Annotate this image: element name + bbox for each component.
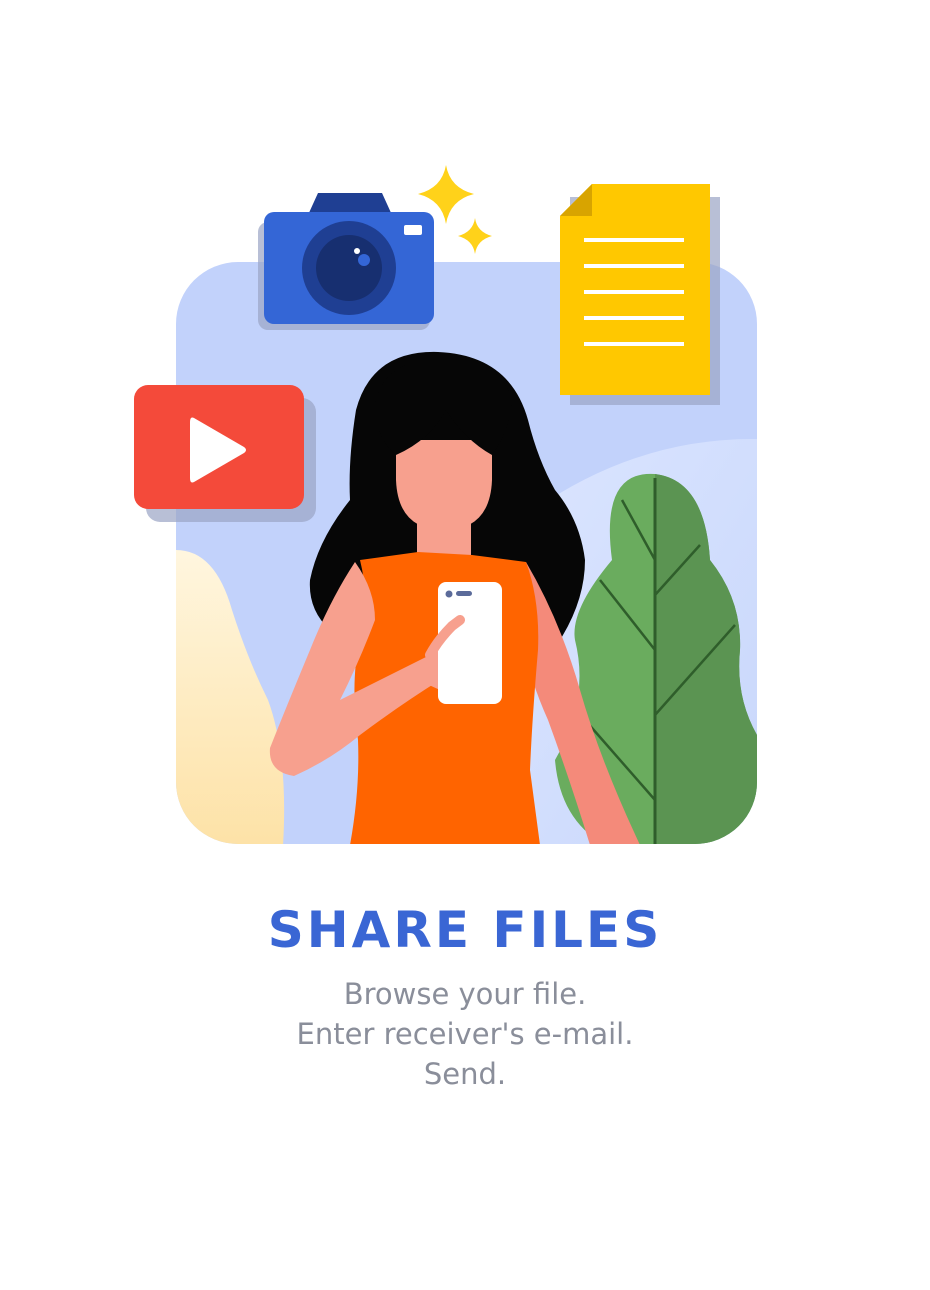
document-icon — [560, 184, 720, 405]
description-line-enter-email: Enter receiver's e-mail. — [296, 1017, 634, 1051]
share-files-illustration — [134, 165, 757, 844]
description-line-send: Send. — [423, 1057, 507, 1091]
description-line-browse: Browse your file. — [343, 977, 587, 1011]
camera-icon — [258, 193, 434, 330]
smartphone-icon — [425, 582, 502, 704]
description: Browse your file. Enter receiver's e-mai… — [0, 974, 930, 1094]
page-title: SHARE FILES — [267, 901, 663, 959]
play-icon — [134, 385, 316, 522]
